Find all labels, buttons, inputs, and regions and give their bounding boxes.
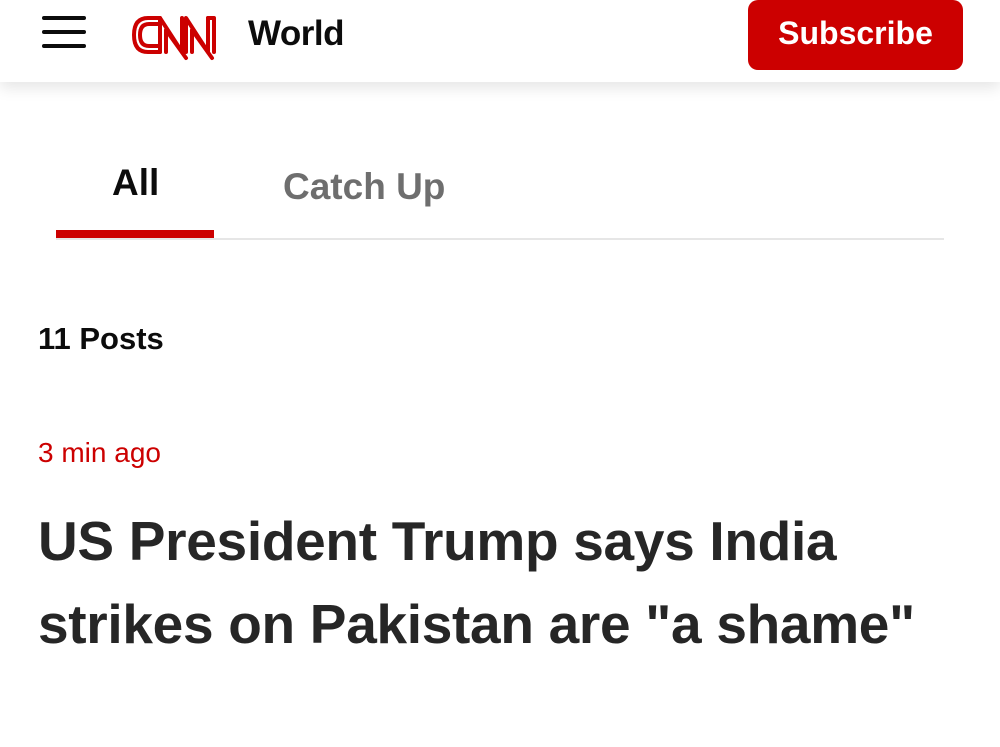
tab-divider: [56, 238, 944, 240]
section-title[interactable]: World: [248, 14, 345, 54]
tab-catch-up[interactable]: Catch Up: [283, 166, 445, 208]
active-tab-indicator: [56, 230, 214, 238]
tab-bar: All Catch Up: [56, 150, 944, 240]
hamburger-menu-icon[interactable]: [42, 16, 88, 50]
cnn-logo[interactable]: [130, 8, 240, 62]
subscribe-button[interactable]: Subscribe: [748, 0, 963, 70]
post-count: 11 Posts: [38, 321, 164, 356]
post-timestamp: 3 min ago: [38, 437, 161, 468]
site-header: World Subscribe: [0, 0, 1000, 82]
post-headline[interactable]: US President Trump says India strikes on…: [38, 500, 938, 666]
tab-all[interactable]: All: [112, 162, 159, 204]
